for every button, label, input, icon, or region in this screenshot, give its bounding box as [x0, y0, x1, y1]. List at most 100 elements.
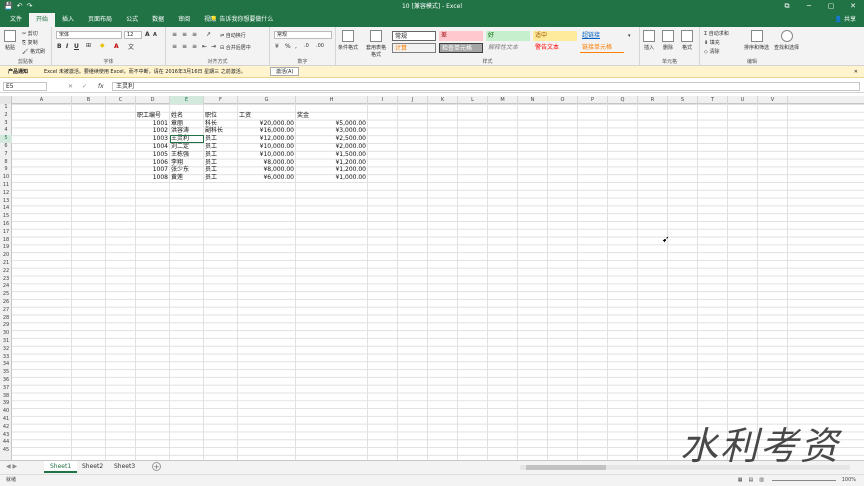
cell-area[interactable]: 职工编号 姓名 职位 工资 奖金 1001 章丽 科长 ¥20,000.00 ¥5,000.00 1…: [12, 104, 864, 460]
column-header-k[interactable]: K: [428, 96, 458, 104]
add-sheet-icon[interactable]: +: [152, 462, 161, 471]
cell-employee-id[interactable]: 1005: [137, 151, 168, 159]
style-linked-cell[interactable]: 链接单元格: [580, 43, 624, 53]
align-center-icon[interactable]: ≡: [182, 43, 187, 50]
select-all-corner[interactable]: [0, 96, 12, 104]
row-header-12[interactable]: 12: [0, 190, 12, 198]
comma-style-icon[interactable]: ,: [295, 43, 297, 50]
header-cell-position[interactable]: 职位: [205, 112, 236, 120]
row-header-40[interactable]: 40: [0, 408, 12, 416]
increase-indent-icon[interactable]: ⇥: [211, 43, 216, 50]
style-neutral[interactable]: 适中: [533, 31, 577, 41]
cell-bonus[interactable]: ¥1,500.00: [297, 151, 366, 159]
style-bad[interactable]: 差: [439, 31, 483, 41]
fill-button[interactable]: ⬇ 填充: [704, 39, 720, 46]
row-header-38[interactable]: 38: [0, 393, 12, 401]
row-header-23[interactable]: 23: [0, 276, 12, 284]
tell-me-search[interactable]: 💡 告诉我你想要做什么: [210, 13, 273, 27]
cell-employee-id[interactable]: 1008: [137, 174, 168, 182]
style-warning[interactable]: 警告文本: [533, 43, 577, 53]
insert-cells-button[interactable]: 插入: [643, 30, 655, 51]
align-left-icon[interactable]: ≡: [172, 43, 177, 50]
row-header-28[interactable]: 28: [0, 315, 12, 323]
row-header-41[interactable]: 41: [0, 416, 12, 424]
row-header-26[interactable]: 26: [0, 299, 12, 307]
row-header-13[interactable]: 13: [0, 198, 12, 206]
cell-employee-id[interactable]: 1006: [137, 159, 168, 167]
cell-bonus[interactable]: ¥1,000.00: [297, 174, 366, 182]
conditional-format-button[interactable]: 条件格式: [338, 30, 358, 51]
borders-icon[interactable]: ⊞: [86, 42, 91, 49]
cell-salary[interactable]: ¥6,000.00: [239, 174, 294, 182]
cell-position[interactable]: 员工: [205, 151, 236, 159]
font-size-select[interactable]: 12: [124, 31, 142, 39]
column-header-a[interactable]: A: [12, 96, 72, 104]
grow-font-icon[interactable]: A: [145, 31, 150, 38]
row-header-24[interactable]: 24: [0, 283, 12, 291]
cell-position[interactable]: 员工: [205, 174, 236, 182]
page-break-view-icon[interactable]: ▥: [759, 475, 764, 486]
row-header-10[interactable]: 10: [0, 174, 12, 182]
wrap-text-button[interactable]: ⇌ 自动换行: [220, 32, 246, 39]
notice-close-icon[interactable]: ✕: [854, 66, 858, 78]
column-header-r[interactable]: R: [638, 96, 668, 104]
close-button[interactable]: ✕: [842, 0, 864, 13]
tab-page-layout[interactable]: 页面布局: [81, 13, 119, 27]
share-button[interactable]: 👤 共享: [835, 13, 856, 27]
column-header-l[interactable]: L: [458, 96, 488, 104]
row-header-34[interactable]: 34: [0, 361, 12, 369]
column-header-p[interactable]: P: [578, 96, 608, 104]
row-header-7[interactable]: 7: [0, 151, 12, 159]
cell-bonus[interactable]: ¥1,200.00: [297, 166, 366, 174]
accounting-format-icon[interactable]: ¥: [275, 43, 279, 50]
column-header-t[interactable]: T: [698, 96, 728, 104]
column-header-d[interactable]: D: [136, 96, 170, 104]
cell-employee-id[interactable]: 1002: [137, 127, 168, 135]
sheet-nav-arrows[interactable]: ◀ ▶: [6, 463, 17, 470]
cell-position[interactable]: 副科长: [205, 127, 236, 135]
row-header-39[interactable]: 39: [0, 400, 12, 408]
column-header-i[interactable]: I: [368, 96, 398, 104]
sheet-tab-sheet3[interactable]: Sheet3: [108, 461, 141, 473]
row-header-9[interactable]: 9: [0, 166, 12, 174]
cell-salary[interactable]: ¥16,000.00: [239, 127, 294, 135]
underline-button[interactable]: U: [74, 43, 79, 50]
row-header-43[interactable]: 43: [0, 432, 12, 440]
merge-center-button[interactable]: ⊟ 合并后居中: [220, 44, 251, 51]
format-cells-button[interactable]: 格式: [681, 30, 693, 51]
restore-ribbon-icon[interactable]: ⧉: [776, 0, 798, 13]
name-box[interactable]: E5: [3, 82, 47, 91]
header-cell-employee-id[interactable]: 职工编号: [137, 112, 168, 120]
style-calculation[interactable]: 计算: [392, 43, 436, 53]
column-header-f[interactable]: F: [204, 96, 238, 104]
format-painter-button[interactable]: 🖌 格式刷: [22, 48, 45, 55]
row-header-35[interactable]: 35: [0, 369, 12, 377]
tab-formulas[interactable]: 公式: [119, 13, 145, 27]
column-header-o[interactable]: O: [548, 96, 578, 104]
sheet-tab-sheet2[interactable]: Sheet2: [76, 461, 109, 473]
decrease-indent-icon[interactable]: ⇤: [202, 43, 207, 50]
style-good[interactable]: 好: [486, 31, 530, 41]
delete-cells-button[interactable]: 删除: [662, 30, 674, 51]
align-bottom-icon[interactable]: ≡: [192, 31, 197, 38]
row-header-16[interactable]: 16: [0, 221, 12, 229]
cell-position[interactable]: 员工: [205, 143, 236, 151]
column-header-v[interactable]: V: [758, 96, 788, 104]
font-name-select[interactable]: 宋体: [56, 31, 122, 39]
align-middle-icon[interactable]: ≡: [182, 31, 187, 38]
font-color-icon[interactable]: A: [114, 43, 119, 50]
row-header-22[interactable]: 22: [0, 268, 12, 276]
sort-filter-button[interactable]: 排序和筛选: [744, 30, 769, 51]
row-header-3[interactable]: 3: [0, 120, 12, 128]
tab-review[interactable]: 审阅: [171, 13, 197, 27]
row-header-19[interactable]: 19: [0, 244, 12, 252]
activate-button[interactable]: 激活(A): [270, 67, 300, 76]
page-layout-view-icon[interactable]: ▤: [749, 475, 754, 486]
find-select-button[interactable]: 查找和选择: [774, 30, 799, 51]
row-header-30[interactable]: 30: [0, 330, 12, 338]
styles-scroll-icon[interactable]: ▾: [628, 33, 631, 39]
zoom-slider[interactable]: [772, 480, 836, 481]
row-header-18[interactable]: 18: [0, 237, 12, 245]
column-header-m[interactable]: M: [488, 96, 518, 104]
maximize-button[interactable]: ▢: [820, 0, 842, 13]
